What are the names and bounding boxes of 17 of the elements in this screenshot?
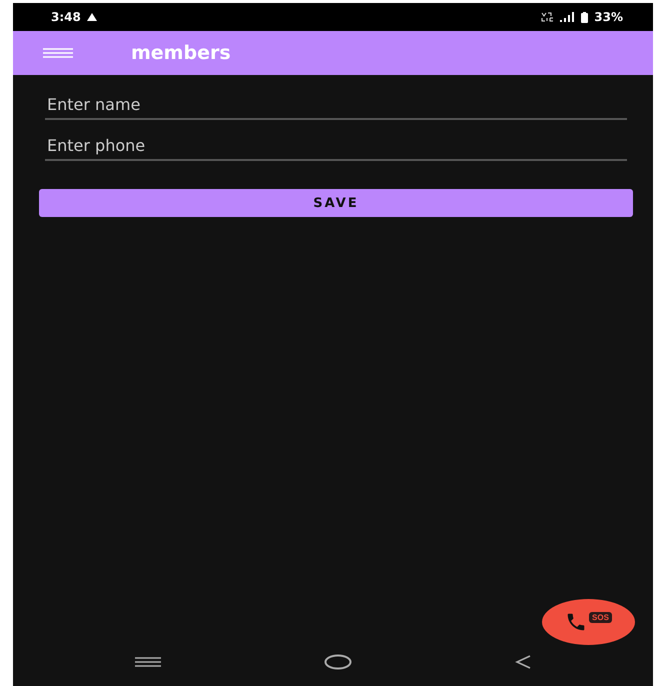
status-time: 3:48: [51, 10, 81, 24]
text-field[interactable]: Enter phone: [45, 130, 627, 161]
volte-icon: [541, 12, 554, 22]
text-field[interactable]: Enter name: [45, 89, 627, 120]
sos-badge: SOS: [589, 612, 612, 622]
battery-icon: [581, 12, 588, 22]
save-button[interactable]: SAVE: [39, 189, 633, 217]
recent-apps-icon[interactable]: [134, 657, 161, 667]
menu-icon[interactable]: [43, 48, 73, 58]
phone-icon: [565, 611, 588, 633]
sos-call-button[interactable]: SOS: [542, 599, 635, 645]
battery-percent: 33%: [594, 10, 623, 24]
back-icon[interactable]: [515, 655, 532, 669]
triangle-icon: [86, 13, 97, 21]
home-icon[interactable]: [324, 654, 352, 670]
signal-icon: [559, 12, 576, 22]
app-title: members: [131, 42, 231, 64]
